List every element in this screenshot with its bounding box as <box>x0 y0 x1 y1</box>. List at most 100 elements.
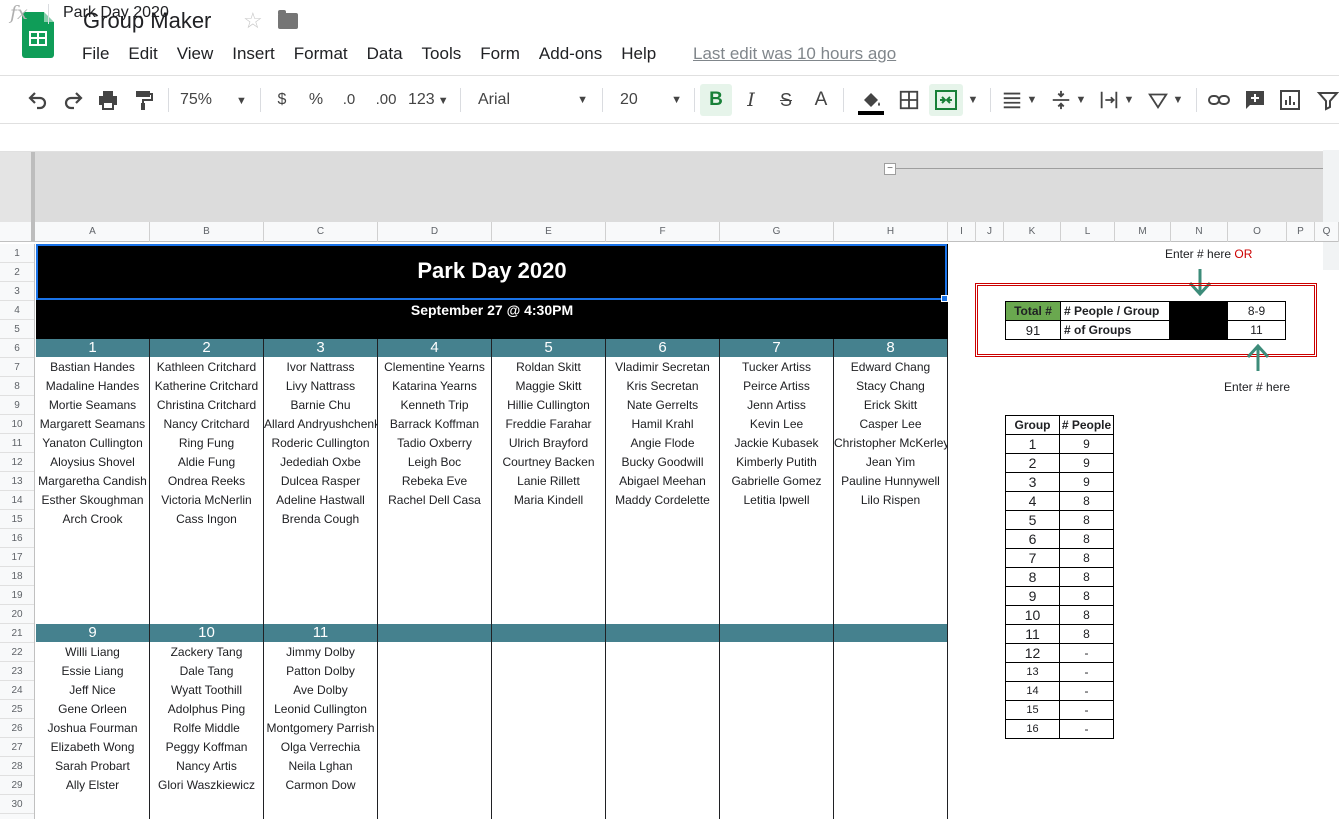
column-header-j[interactable]: J <box>976 222 1004 242</box>
member-cell[interactable]: Christina Critchard <box>150 396 263 415</box>
people-count-cell[interactable]: 9 <box>1059 434 1114 454</box>
group-number[interactable] <box>606 624 719 642</box>
group-number[interactable] <box>720 624 833 642</box>
fill-color-icon[interactable] <box>858 88 884 116</box>
member-cell[interactable]: Ulrich Brayford <box>492 434 605 453</box>
column-header-q[interactable]: Q <box>1315 222 1339 242</box>
member-cell[interactable]: Lilo Rispen <box>834 491 947 510</box>
member-cell[interactable]: Maggie Skitt <box>492 377 605 396</box>
member-cell[interactable]: Arch Crook <box>36 510 149 529</box>
group-number-cell[interactable]: 1 <box>1005 434 1060 454</box>
column-header-o[interactable]: O <box>1228 222 1287 242</box>
text-rotate-icon[interactable] <box>1147 88 1169 112</box>
group-number[interactable]: 10 <box>150 624 263 642</box>
merge-cells-button[interactable] <box>929 84 963 116</box>
group-number-cell[interactable]: 11 <box>1005 624 1060 644</box>
member-cell[interactable]: Dale Tang <box>150 662 263 681</box>
group-number-cell[interactable]: 12 <box>1005 643 1060 663</box>
row-header[interactable]: 27 <box>0 738 34 757</box>
member-cell[interactable]: Ondrea Reeks <box>150 472 263 491</box>
group-number[interactable]: 8 <box>834 339 947 357</box>
member-cell[interactable]: Leonid Cullington <box>264 700 377 719</box>
column-header-b[interactable]: B <box>150 222 264 242</box>
row-header[interactable]: 30 <box>0 795 34 814</box>
menu-format[interactable]: Format <box>294 44 348 64</box>
group-number-cell[interactable]: 3 <box>1005 472 1060 492</box>
group-number[interactable]: 6 <box>606 339 719 357</box>
column-header-c[interactable]: C <box>264 222 378 242</box>
row-header[interactable]: 21 <box>0 624 34 643</box>
member-cell[interactable]: Carmon Dow <box>264 776 377 795</box>
member-cell[interactable]: Ave Dolby <box>264 681 377 700</box>
row-header[interactable]: 20 <box>0 605 34 624</box>
collapse-group-button[interactable]: − <box>884 163 896 175</box>
column-header-e[interactable]: E <box>492 222 606 242</box>
member-cell[interactable]: Rachel Dell Casa <box>378 491 491 510</box>
column-header-m[interactable]: M <box>1115 222 1171 242</box>
column-header-d[interactable]: D <box>378 222 492 242</box>
member-cell[interactable]: Olga Verrechia <box>264 738 377 757</box>
group-number[interactable]: 5 <box>492 339 605 357</box>
row-header[interactable]: 5 <box>0 320 34 339</box>
people-count-cell[interactable]: - <box>1059 719 1114 739</box>
member-cell[interactable]: Elizabeth Wong <box>36 738 149 757</box>
people-count-cell[interactable]: - <box>1059 681 1114 701</box>
member-cell[interactable]: Jimmy Dolby <box>264 643 377 662</box>
member-cell[interactable]: Tadio Oxberry <box>378 434 491 453</box>
row-header[interactable]: 4 <box>0 301 34 320</box>
member-cell[interactable]: Margaretha Candish <box>36 472 149 491</box>
increase-decimals-button[interactable]: .00 <box>371 88 401 112</box>
menu-addons[interactable]: Add-ons <box>539 44 602 64</box>
percent-button[interactable]: % <box>306 88 326 112</box>
redo-icon[interactable] <box>61 88 85 112</box>
menu-insert[interactable]: Insert <box>232 44 275 64</box>
member-cell[interactable]: Peggy Koffman <box>150 738 263 757</box>
people-count-cell[interactable]: 8 <box>1059 567 1114 587</box>
member-cell[interactable]: Maddy Cordelette <box>606 491 719 510</box>
member-cell[interactable]: Aloysius Shovel <box>36 453 149 472</box>
member-cell[interactable]: Vladimir Secretan <box>606 358 719 377</box>
group-number-cell[interactable]: 16 <box>1005 719 1060 739</box>
member-cell[interactable]: Montgomery Parrish <box>264 719 377 738</box>
member-cell[interactable]: Ivor Nattrass <box>264 358 377 377</box>
member-cell[interactable]: Ring Fung <box>150 434 263 453</box>
member-cell[interactable]: Adeline Hastwall <box>264 491 377 510</box>
member-cell[interactable]: Margarett Seamans <box>36 415 149 434</box>
member-cell[interactable]: Joshua Fourman <box>36 719 149 738</box>
people-count-cell[interactable]: 8 <box>1059 548 1114 568</box>
member-cell[interactable]: Letitia Ipwell <box>720 491 833 510</box>
member-cell[interactable]: Mortie Seamans <box>36 396 149 415</box>
member-cell[interactable]: Jean Yim <box>834 453 947 472</box>
font-select[interactable]: Arial ▼ <box>478 88 590 112</box>
text-wrap-icon[interactable] <box>1098 88 1120 112</box>
member-cell[interactable]: Rolfe Middle <box>150 719 263 738</box>
member-cell[interactable]: Jackie Kubasek <box>720 434 833 453</box>
chevron-down-icon[interactable]: ▼ <box>1171 88 1185 112</box>
chart-icon[interactable] <box>1278 88 1302 112</box>
zoom-select[interactable]: 75% ▼ <box>180 88 250 112</box>
row-header[interactable]: 11 <box>0 434 34 453</box>
member-cell[interactable]: Jedediah Oxbe <box>264 453 377 472</box>
people-count-cell[interactable]: - <box>1059 700 1114 720</box>
menu-view[interactable]: View <box>177 44 214 64</box>
member-cell[interactable]: Willi Liang <box>36 643 149 662</box>
member-cell[interactable]: Kevin Lee <box>720 415 833 434</box>
selected-range[interactable] <box>36 244 947 300</box>
people-count-cell[interactable]: - <box>1059 662 1114 682</box>
member-cell[interactable]: Adolphus Ping <box>150 700 263 719</box>
star-icon[interactable]: ☆ <box>243 8 263 34</box>
font-size-select[interactable]: 20 ▼ <box>620 88 684 112</box>
member-cell[interactable]: Hamil Krahl <box>606 415 719 434</box>
link-icon[interactable] <box>1207 88 1231 112</box>
chevron-down-icon[interactable]: ▼ <box>1122 88 1136 112</box>
people-count-cell[interactable]: 8 <box>1059 586 1114 606</box>
row-header[interactable]: 22 <box>0 643 34 662</box>
member-cell[interactable]: Victoria McNerlin <box>150 491 263 510</box>
member-cell[interactable]: Allard Andryushchenko <box>264 415 377 434</box>
member-cell[interactable]: Ally Elster <box>36 776 149 795</box>
member-cell[interactable]: Brenda Cough <box>264 510 377 529</box>
row-header[interactable]: 9 <box>0 396 34 415</box>
formula-input[interactable]: Park Day 2020 <box>63 4 169 22</box>
group-number[interactable]: 11 <box>264 624 377 642</box>
row-header[interactable]: 8 <box>0 377 34 396</box>
